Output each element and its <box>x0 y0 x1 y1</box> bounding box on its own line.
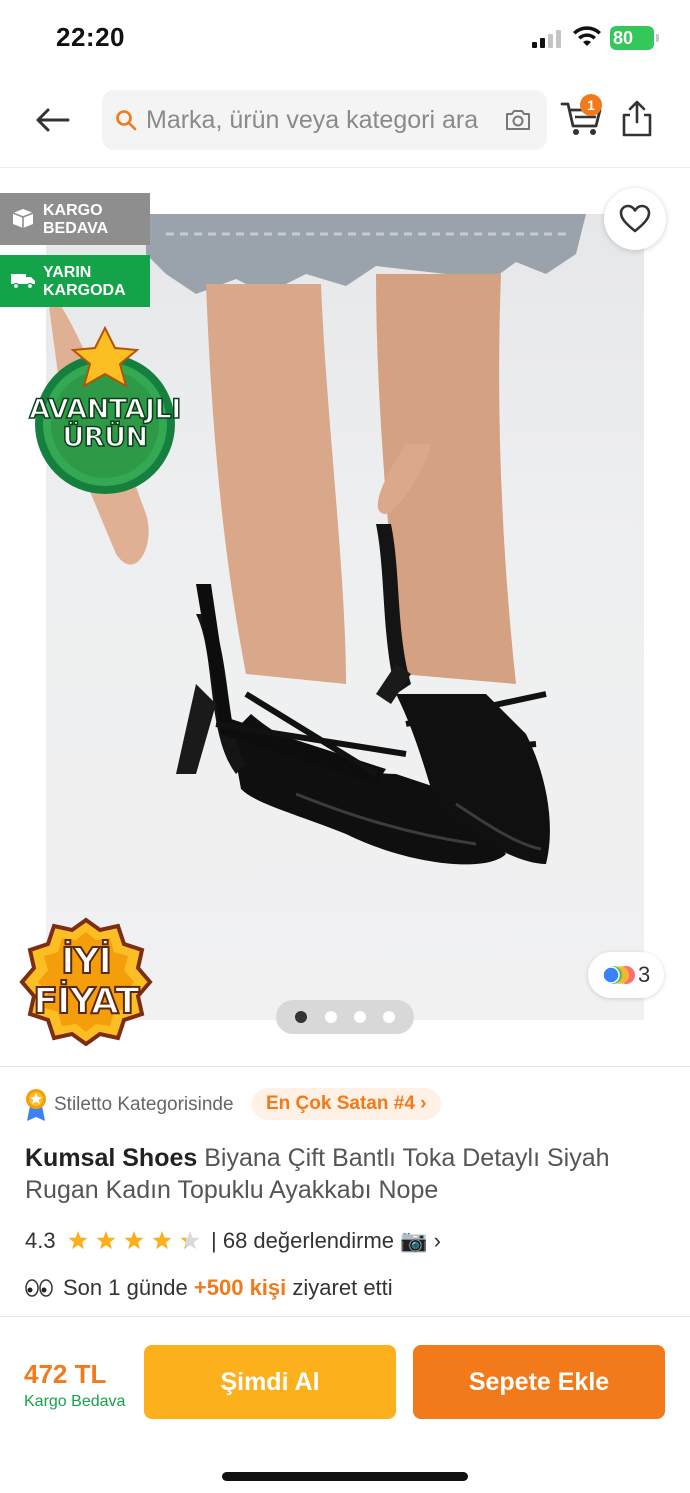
image-pager[interactable] <box>276 1000 414 1034</box>
color-options-chip[interactable]: 3 <box>588 952 664 998</box>
free-shipping-badge: KARGO BEDAVA <box>0 193 150 245</box>
eyes-icon <box>25 1279 53 1297</box>
advantage-sticker-text: AVANTAJLI ÜRÜN <box>28 394 182 453</box>
shipping-info: Kargo Bedava <box>24 1393 126 1410</box>
next-day-delivery-label: YARIN KARGODA <box>43 264 126 299</box>
visitor-text: Son 1 günde +500 kişi ziyaret etti <box>63 1275 393 1301</box>
purchase-bar: 472 TL Kargo Bedava Şimdi Al Sepete Ekle <box>0 1316 690 1493</box>
battery-level: 80 <box>613 28 634 48</box>
section-divider <box>0 1066 690 1067</box>
star-icon <box>180 1231 200 1250</box>
pager-dot[interactable] <box>354 1011 366 1023</box>
advantage-product-sticker: AVANTAJLI ÜRÜN <box>18 325 192 498</box>
bestseller-rank-link[interactable]: En Çok Satan #4 › <box>252 1088 441 1120</box>
search-icon <box>116 110 137 131</box>
search-bar[interactable] <box>102 90 547 150</box>
star-icon <box>68 1231 88 1250</box>
review-count-link[interactable]: | 68 değerlendirme 📷 › <box>211 1228 441 1254</box>
product-title: Kumsal Shoes Biyana Çift Bantlı Toka Det… <box>25 1142 665 1206</box>
visitor-count: +500 kişi <box>193 1275 287 1300</box>
pager-dot[interactable] <box>383 1011 395 1023</box>
home-indicator[interactable] <box>222 1472 468 1481</box>
share-icon[interactable] <box>620 98 654 138</box>
bestseller-category: Stiletto Kategorisinde <box>54 1094 234 1115</box>
good-price-sticker: İYİ FİYAT <box>16 916 156 1047</box>
pager-dot-active[interactable] <box>295 1011 307 1023</box>
star-icon <box>124 1231 144 1250</box>
next-day-delivery-badge: YARIN KARGODA <box>0 255 150 307</box>
signal-icon <box>532 28 564 48</box>
package-icon <box>12 209 34 228</box>
pager-dot[interactable] <box>325 1011 337 1023</box>
camera-search-icon[interactable] <box>503 106 533 134</box>
truck-icon <box>11 274 35 290</box>
color-count: 3 <box>638 962 651 987</box>
star-icon <box>96 1231 116 1250</box>
good-price-sticker-text: İYİ FİYAT <box>32 941 140 1023</box>
color-swatch-icon <box>602 966 635 984</box>
rating-row[interactable]: 4.3 | 68 değerlendirme 📷 › <box>25 1226 665 1258</box>
status-time: 22:20 <box>56 22 125 52</box>
rating-stars <box>68 1231 200 1250</box>
visitor-prefix: Son 1 günde <box>63 1275 188 1300</box>
visitor-info: Son 1 günde +500 kişi ziyaret etti <box>25 1274 665 1304</box>
medal-icon <box>26 1089 46 1121</box>
back-arrow-icon[interactable] <box>28 96 76 144</box>
rating-score: 4.3 <box>25 1228 56 1253</box>
visitor-suffix: ziyaret etti <box>292 1275 393 1300</box>
favorite-button[interactable] <box>604 188 666 250</box>
battery-indicator: 80 <box>610 26 659 50</box>
free-shipping-label: KARGO BEDAVA <box>43 202 109 237</box>
star-icon <box>152 1231 172 1250</box>
wifi-icon <box>573 26 601 46</box>
search-input[interactable] <box>146 90 496 150</box>
product-brand[interactable]: Kumsal Shoes <box>25 1144 197 1172</box>
status-bar: 22:20 80 <box>0 0 690 78</box>
bestseller-row: Stiletto Kategorisinde En Çok Satan #4 › <box>24 1088 664 1122</box>
add-to-cart-button[interactable]: Sepete Ekle <box>413 1345 665 1419</box>
product-price: 472 TL <box>24 1359 107 1389</box>
cart-count-badge: 1 <box>580 94 602 116</box>
heart-icon <box>619 204 651 233</box>
top-navigation: 1 <box>0 78 690 168</box>
buy-now-button[interactable]: Şimdi Al <box>144 1345 396 1419</box>
